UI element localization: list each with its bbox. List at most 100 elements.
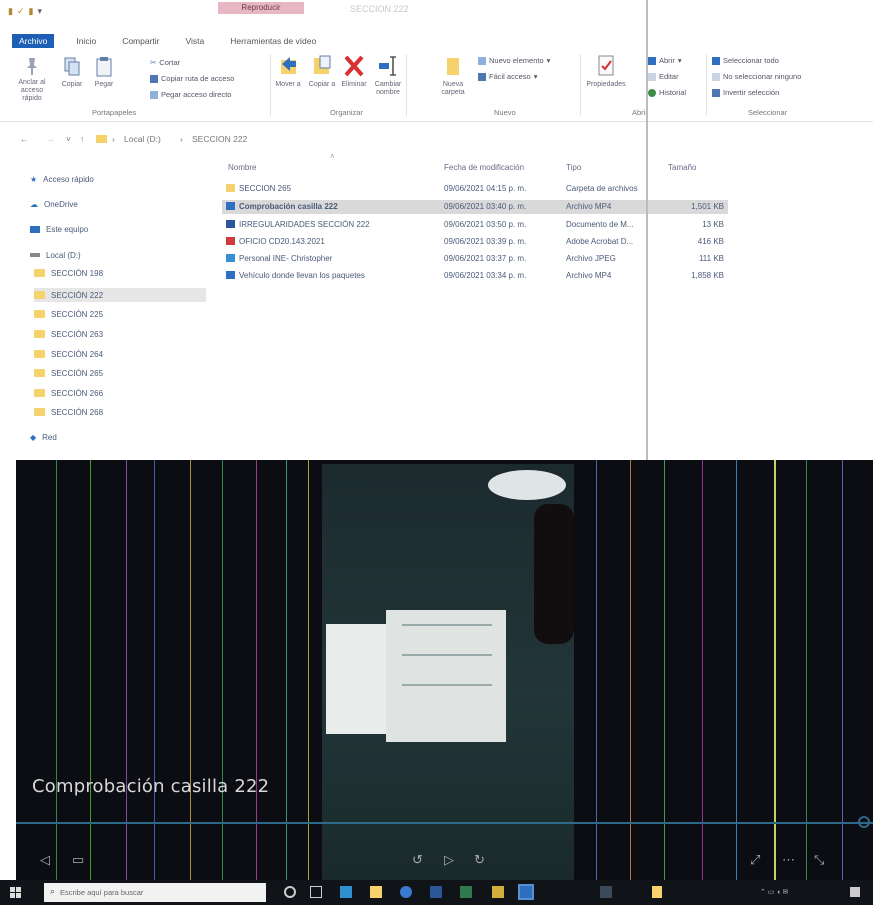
file-row[interactable]: OFICIO CD20.143.2021 09/06/2021 03:39 p.… xyxy=(222,235,728,249)
nav-folder[interactable]: SECCIÓN 266 xyxy=(34,386,103,400)
tab-view[interactable]: Vista xyxy=(186,36,205,46)
nav-this-pc[interactable]: Este equipo xyxy=(30,222,88,236)
glitch-line xyxy=(774,460,776,880)
app-icon[interactable] xyxy=(600,886,612,898)
task-view-icon[interactable] xyxy=(310,886,322,898)
pin-quick-access-button[interactable]: Anclar al acceso rápido xyxy=(12,56,52,103)
delete-button[interactable]: Eliminar xyxy=(340,54,368,89)
file-row[interactable]: IRREGULARIDADES SECCIÓN 222 09/06/2021 0… xyxy=(222,218,728,232)
paste-label: Pegar xyxy=(94,81,114,88)
browser-icon[interactable] xyxy=(400,886,412,898)
back-arrow-icon[interactable]: ← xyxy=(20,134,29,144)
paste-button[interactable]: Pegar xyxy=(90,56,118,89)
seek-thumb[interactable] xyxy=(858,816,870,828)
column-header-name[interactable]: Nombre xyxy=(228,163,256,172)
folder-icon xyxy=(34,330,45,338)
nav-folder[interactable]: SECCIÓN 264 xyxy=(34,347,103,361)
nav-folder[interactable]: SECCIÓN 265 xyxy=(34,366,103,380)
more-options-icon[interactable]: ⋯ xyxy=(782,852,795,868)
column-header-date[interactable]: Fecha de modificación xyxy=(444,163,524,172)
ribbon-separator xyxy=(270,54,271,116)
checkmark-icon[interactable]: ✓ xyxy=(17,6,25,17)
context-tab-play[interactable]: Reproducir xyxy=(218,2,304,14)
tab-share[interactable]: Compartir xyxy=(122,36,159,46)
open-button[interactable]: Abrir ▾ xyxy=(648,56,682,65)
folder-icon xyxy=(34,408,45,416)
app-icon[interactable] xyxy=(492,886,504,898)
nav-network[interactable]: ◆ Red xyxy=(30,430,57,444)
nav-folder-selected[interactable]: SECCIÓN 222 xyxy=(34,288,206,302)
file-explorer-icon[interactable] xyxy=(370,886,382,898)
copy-to-button[interactable]: Copiar a xyxy=(308,54,336,89)
up-arrow-icon[interactable]: ↑ xyxy=(80,134,84,144)
cortana-icon[interactable] xyxy=(284,886,296,898)
move-to-button[interactable]: Mover a xyxy=(274,54,302,89)
glitch-line xyxy=(664,460,665,880)
column-header-type[interactable]: Tipo xyxy=(566,163,581,172)
video-player[interactable]: Comprobación casilla 222 ◁ ▭ ↺ ▷ ↻ ⤢ ⋯ ⤡ xyxy=(16,460,873,880)
invert-selection-button[interactable]: Invertir selección xyxy=(712,88,779,97)
seek-bar[interactable] xyxy=(16,822,873,824)
copy-button[interactable]: Copiar xyxy=(58,56,86,89)
file-row[interactable]: Personal INE- Christopher 09/06/2021 03:… xyxy=(222,252,728,266)
file-row[interactable]: Vehículo donde llevan los paquetes 09/06… xyxy=(222,269,728,283)
easy-access-button[interactable]: Fácil acceso ▾ xyxy=(478,72,537,81)
movies-tv-app-icon[interactable] xyxy=(518,884,534,900)
subtitles-icon[interactable]: ▭ xyxy=(72,852,84,868)
mini-view-icon[interactable]: ⤢ xyxy=(750,852,760,868)
ballot-stripe xyxy=(402,684,492,686)
folder-icon[interactable]: ▮ xyxy=(8,6,13,17)
properties-button[interactable]: Propiedades xyxy=(584,54,628,89)
breadcrumb-folder[interactable]: SECCION 222 xyxy=(192,134,247,144)
taskbar-search-input[interactable]: Escribe aquí para buscar xyxy=(44,883,266,902)
chevron-down-icon: ▾ xyxy=(546,56,551,65)
tab-file[interactable]: Archivo xyxy=(12,34,55,48)
nav-folder[interactable]: SECCIÓN 198 xyxy=(34,266,103,280)
chevron-down-icon[interactable]: ˅ xyxy=(66,134,71,144)
file-row[interactable]: SECCION 265 09/06/2021 04:15 p. m. Carpe… xyxy=(222,182,728,196)
select-all-button[interactable]: Seleccionar todo xyxy=(712,56,779,65)
forward-arrow-icon[interactable]: → xyxy=(46,134,55,144)
volume-icon[interactable]: ◁ xyxy=(40,852,50,868)
app-icon[interactable] xyxy=(460,886,472,898)
paste-shortcut-button[interactable]: Pegar acceso directo xyxy=(150,90,231,99)
nav-onedrive[interactable]: ☁ OneDrive xyxy=(30,197,78,211)
forward-icon[interactable]: ↻ xyxy=(474,852,485,868)
file-size: 1,501 KB xyxy=(691,202,724,211)
tab-video-tools[interactable]: Herramientas de vídeo xyxy=(230,36,316,46)
file-date: 09/06/2021 03:40 p. m. xyxy=(444,202,527,211)
folder-icon[interactable] xyxy=(652,886,662,898)
windows-start-icon[interactable] xyxy=(10,887,21,898)
cut-button[interactable]: ✂ Cortar xyxy=(150,58,180,67)
file-date: 09/06/2021 03:39 p. m. xyxy=(444,237,527,246)
word-app-icon[interactable] xyxy=(430,886,442,898)
fullscreen-icon[interactable]: ⤡ xyxy=(814,852,824,868)
folder-icon xyxy=(34,350,45,358)
column-header-size[interactable]: Tamaño xyxy=(668,163,696,172)
nav-quick-access[interactable]: ★ Acceso rápido xyxy=(30,172,94,186)
edge-icon[interactable] xyxy=(340,886,352,898)
rewind-icon[interactable]: ↺ xyxy=(412,852,423,868)
new-folder-button[interactable]: Nueva carpeta xyxy=(436,54,470,97)
file-row-selected[interactable]: Comprobación casilla 222 09/06/2021 03:4… xyxy=(222,200,728,214)
edit-button[interactable]: Editar xyxy=(648,72,679,81)
quick-access-toolbar[interactable]: ▮ ✓ ▮ ▾ xyxy=(8,6,42,17)
play-icon[interactable]: ▷ xyxy=(444,852,454,868)
nav-folder[interactable]: SECCIÓN 263 xyxy=(34,327,103,341)
history-button[interactable]: Historial xyxy=(648,88,686,97)
copy-path-button[interactable]: Copiar ruta de acceso xyxy=(150,74,234,83)
nav-drive[interactable]: Local (D:) xyxy=(30,248,81,262)
tab-home[interactable]: Inicio xyxy=(76,36,96,46)
select-none-button[interactable]: No seleccionar ninguno xyxy=(712,72,801,81)
nav-folder[interactable]: SECCIÓN 268 xyxy=(34,405,103,419)
breadcrumb-drive[interactable]: Local (D:) xyxy=(124,134,161,144)
rename-button[interactable]: Cambiar nombre xyxy=(372,54,404,97)
new-item-button[interactable]: Nuevo elemento ▾ xyxy=(478,56,550,65)
nav-folder[interactable]: SECCIÓN 225 xyxy=(34,307,103,321)
system-tray-icons[interactable]: ⌃ ▭ ◖ ✉ xyxy=(760,888,788,896)
folder-icon[interactable]: ▮ xyxy=(29,6,34,17)
chevron-down-icon[interactable]: ▾ xyxy=(37,6,42,17)
address-bar: ← → ˅ ↑ › Local (D:) › SECCION 222 xyxy=(0,134,873,148)
ballot-stripe xyxy=(402,654,492,656)
notification-icon[interactable] xyxy=(850,887,860,897)
